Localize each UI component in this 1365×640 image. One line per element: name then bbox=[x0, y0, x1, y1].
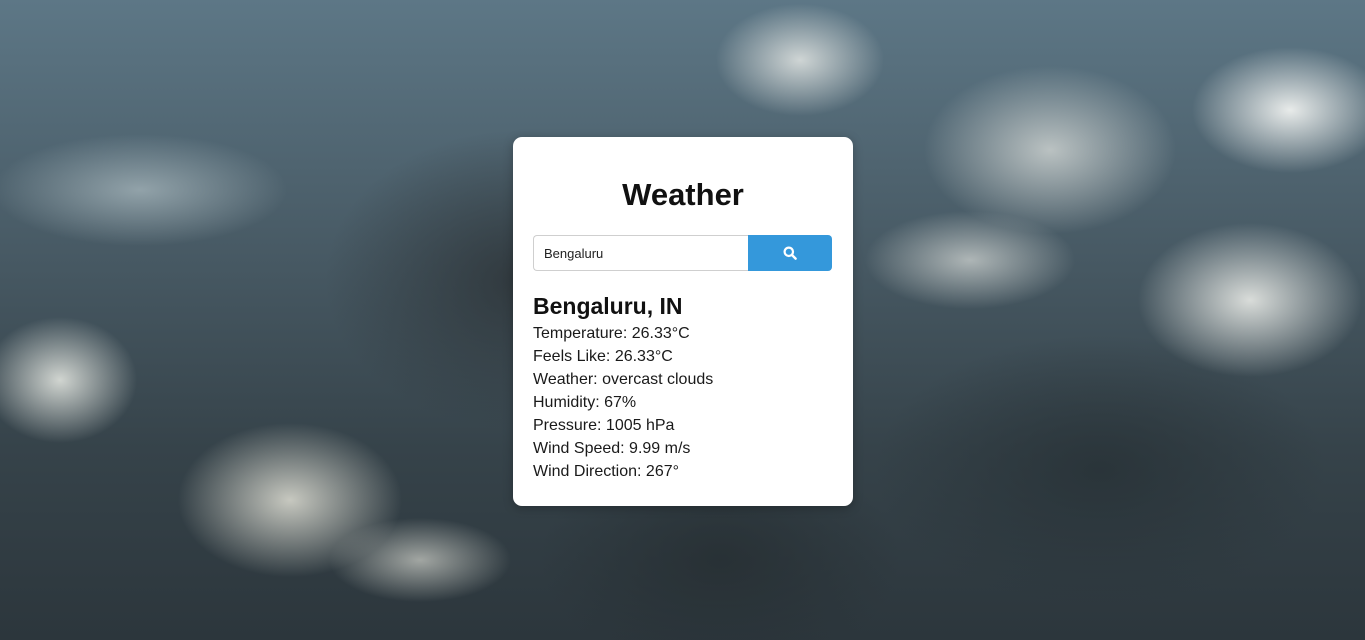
search-icon bbox=[783, 246, 797, 260]
wind-speed-text: Wind Speed: 9.99 m/s bbox=[533, 440, 691, 457]
humidity-text: Humidity: 67% bbox=[533, 394, 637, 411]
app-title: Weather bbox=[622, 177, 744, 212]
search-bar bbox=[533, 235, 832, 271]
city-search-input[interactable] bbox=[533, 235, 748, 271]
weather-description-text: Weather: overcast clouds bbox=[533, 371, 714, 388]
temperature-text: Temperature: 26.33°C bbox=[533, 325, 690, 342]
search-button[interactable] bbox=[748, 235, 832, 271]
feels-like-text: Feels Like: 26.33°C bbox=[533, 348, 673, 365]
weather-details-list: Temperature: 26.33°C Feels Like: 26.33°C… bbox=[533, 322, 713, 483]
weather-card: Weather Bengaluru, IN Temperature: 26.33… bbox=[513, 137, 853, 506]
wind-direction-text: Wind Direction: 267° bbox=[533, 463, 680, 480]
location-heading: Bengaluru, IN bbox=[533, 293, 683, 319]
pressure-text: Pressure: 1005 hPa bbox=[533, 417, 675, 434]
